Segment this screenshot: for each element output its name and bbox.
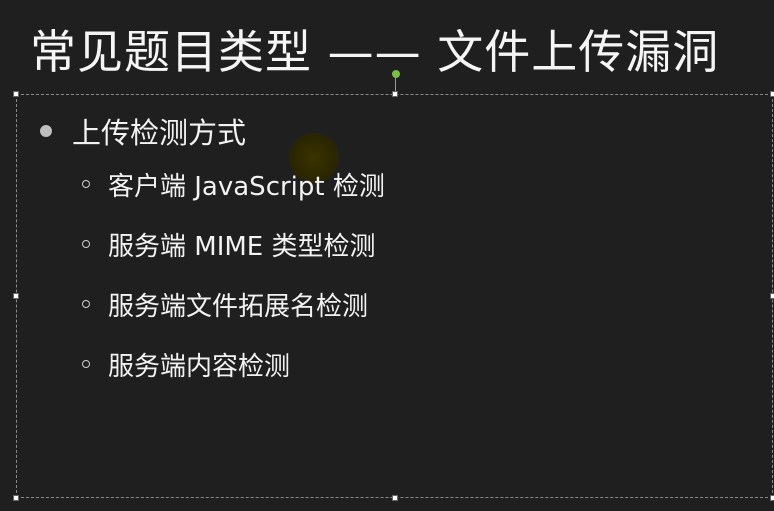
- bullet-label: 上传检测方式: [72, 116, 247, 150]
- sub-bullet-item[interactable]: 服务端 MIME 类型检测: [82, 214, 385, 274]
- slide-title[interactable]: 常见题目类型 —— 文件上传漏洞: [30, 22, 719, 82]
- resize-handle-top-right[interactable]: [770, 91, 774, 97]
- resize-handle-bottom-center[interactable]: [392, 495, 398, 501]
- bullet-list: 上传检测方式 客户端 JavaScript 检测 服务端 MIME 类型检测 服…: [38, 108, 385, 382]
- hollow-bullet-icon: [82, 240, 90, 248]
- hollow-bullet-icon: [82, 360, 90, 368]
- filled-bullet-icon: [40, 125, 52, 137]
- sub-bullet-label: 服务端内容检测: [108, 351, 291, 382]
- sub-bullet-label: 服务端 MIME 类型检测: [108, 231, 376, 262]
- bullet-item-upload-detection[interactable]: 上传检测方式: [38, 108, 246, 154]
- sub-bullet-label: 客户端 JavaScript 检测: [108, 171, 385, 202]
- sub-bullet-label: 服务端文件拓展名检测: [108, 291, 369, 322]
- resize-handle-bottom-left[interactable]: [13, 495, 19, 501]
- resize-handle-top-left[interactable]: [13, 91, 19, 97]
- sub-bullet-list: 客户端 JavaScript 检测 服务端 MIME 类型检测 服务端文件拓展名…: [82, 154, 385, 394]
- rotate-handle[interactable]: [392, 70, 400, 78]
- hollow-bullet-icon: [82, 300, 90, 308]
- resize-handle-middle-right[interactable]: [770, 293, 774, 299]
- resize-handle-top-center[interactable]: [392, 91, 398, 97]
- sub-bullet-item[interactable]: 客户端 JavaScript 检测: [82, 154, 385, 214]
- sub-bullet-item[interactable]: 服务端内容检测: [82, 334, 385, 394]
- hollow-bullet-icon: [82, 180, 90, 188]
- resize-handle-bottom-right[interactable]: [770, 495, 774, 501]
- sub-bullet-item[interactable]: 服务端文件拓展名检测: [82, 274, 385, 334]
- resize-handle-middle-left[interactable]: [13, 293, 19, 299]
